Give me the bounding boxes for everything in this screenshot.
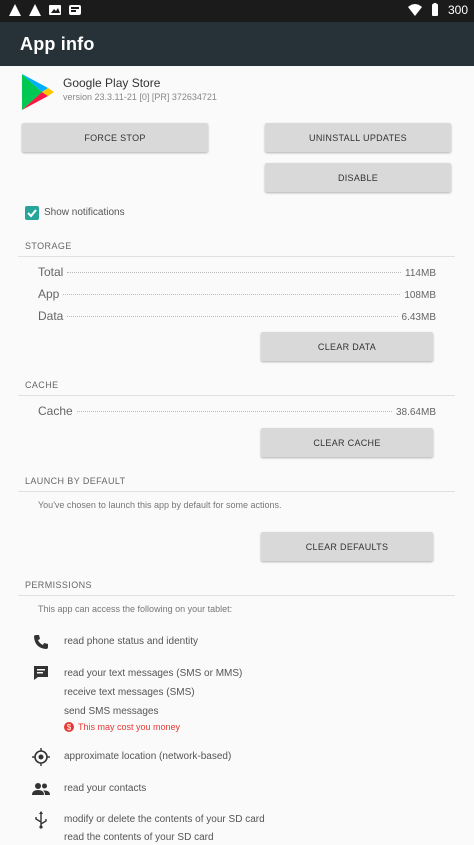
notification-icon [69, 5, 81, 15]
launch-default-header: LAUNCH BY DEFAULT [25, 476, 126, 486]
clear-data-button[interactable]: CLEAR DATA [261, 332, 433, 361]
storage-value: 6.43MB [401, 312, 436, 323]
warning-icon: $ [64, 722, 74, 732]
storage-row-total: Total 114MB [38, 265, 436, 279]
phone-icon [34, 635, 48, 649]
permission-line: read your contacts [64, 783, 147, 794]
clear-cache-button[interactable]: CLEAR CACHE [261, 428, 433, 457]
permissions-intro: This app can access the following on you… [38, 604, 233, 614]
storage-label: Total [38, 265, 64, 279]
show-notifications-checkbox[interactable] [25, 206, 39, 220]
cache-value: 38.64MB [395, 407, 436, 418]
permission-line: modify or delete the contents of your SD… [64, 814, 265, 825]
app-name: Google Play Store [63, 76, 161, 90]
cache-header: CACHE [25, 380, 59, 390]
divider [18, 256, 455, 257]
clear-defaults-button[interactable]: CLEAR DEFAULTS [261, 532, 433, 561]
app-version: version 23.3.11-21 [0] [PR] 372634721 [63, 92, 217, 102]
location-icon [32, 748, 50, 766]
storage-header: STORAGE [25, 241, 72, 251]
page-title: App info [20, 34, 95, 54]
cost-warning-text: This may cost you money [78, 722, 181, 732]
uninstall-updates-button[interactable]: UNINSTALL UPDATES [265, 123, 451, 152]
message-icon [34, 666, 48, 680]
disable-button[interactable]: DISABLE [265, 163, 451, 192]
play-store-logo-icon [22, 74, 54, 110]
warning-icon [29, 4, 41, 16]
app-header: Google Play Store version 23.3.11-21 [0]… [18, 70, 458, 114]
storage-row-data: Data 6.43MB [38, 309, 436, 323]
launch-default-text: You've chosen to launch this app by defa… [38, 500, 282, 510]
storage-value: 108MB [404, 290, 436, 301]
warning-icon [9, 4, 21, 16]
permission-line: approximate location (network-based) [64, 751, 232, 762]
permission-line: send SMS messages [64, 706, 159, 717]
divider [18, 395, 455, 396]
permission-line: receive text messages (SMS) [64, 687, 195, 698]
cache-label: Cache [38, 404, 73, 418]
battery-icon [431, 3, 438, 16]
wifi-icon [407, 4, 422, 16]
storage-row-app: App 108MB [38, 287, 436, 301]
show-notifications-label: Show notifications [44, 207, 125, 218]
storage-label: Data [38, 309, 64, 323]
permission-line: read your text messages (SMS or MMS) [64, 668, 243, 679]
storage-label: App [38, 287, 60, 301]
usb-icon [35, 811, 47, 829]
cache-row: Cache 38.64MB [38, 404, 436, 418]
permission-line: read phone status and identity [64, 636, 198, 647]
permissions-header: PERMISSIONS [25, 580, 92, 590]
divider [18, 491, 455, 492]
storage-value: 114MB [405, 268, 436, 279]
photo-icon [49, 5, 61, 15]
contacts-icon [32, 783, 50, 795]
force-stop-button[interactable]: FORCE STOP [22, 123, 208, 152]
battery-level: 300 [447, 3, 468, 17]
permission-line: read the contents of your SD card [64, 832, 214, 843]
checkmark-icon [27, 209, 37, 218]
divider [18, 595, 455, 596]
status-bar: 300 [0, 0, 474, 22]
cost-warning: $ This may cost you money [64, 722, 180, 732]
app-bar: App info [0, 22, 474, 66]
